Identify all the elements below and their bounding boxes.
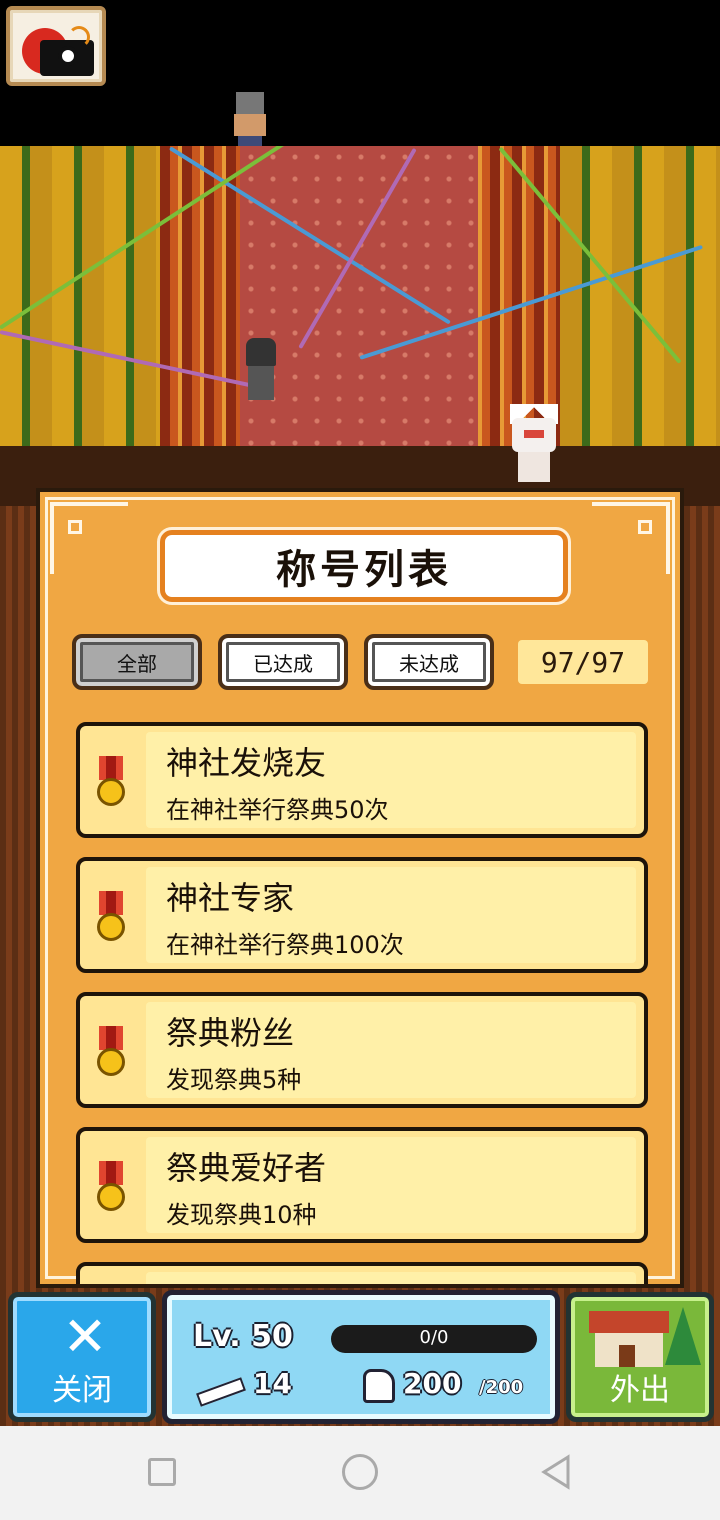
title-item-desc: 发现祭典5种 [166,1066,302,1094]
title-item[interactable]: 祭典爱好者 发现祭典10种 [76,1127,648,1243]
medal-icon [96,1026,126,1080]
exp-bar: 0/0 [331,1325,537,1353]
title-item[interactable]: 神社发烧友 在神社举行祭典50次 [76,722,648,838]
title-item[interactable]: 神社专家 在神社举行祭典100次 [76,857,648,973]
house-icon [589,1311,669,1367]
strength-value: 200 [403,1367,462,1400]
top-bar [0,0,720,170]
ornament-corner [592,502,670,574]
fox-count: 14 [253,1367,292,1400]
medal-icon [96,756,126,810]
panel-title-box: 称号列表 [160,530,568,602]
go-out-button[interactable]: 外出 [566,1292,714,1422]
title-item-name: 神社专家 [166,879,295,917]
title-count: 97/97 [518,640,648,684]
close-button[interactable]: ✕ 关闭 [8,1292,156,1422]
nav-recent-icon[interactable] [148,1458,176,1486]
title-item-desc: 在神社举行祭典100次 [166,931,404,959]
filter-unachieved-label: 未达成 [399,651,459,676]
title-item-name: 祭典博士 [166,1278,294,1284]
close-icon: ✕ [62,1305,108,1368]
ornament-corner [50,502,128,574]
panel-title: 称号列表 [276,547,452,593]
camera-button[interactable] [6,6,106,86]
go-out-label: 外出 [610,1373,670,1408]
filter-unachieved-button[interactable]: 未达成 [364,634,494,690]
exp-text: 0/0 [419,1327,449,1348]
player-level: Lv. 50 [193,1319,293,1354]
title-item-name: 祭典粉丝 [166,1014,295,1052]
medal-icon [96,891,126,945]
wall-left [0,146,160,486]
title-item-desc: 在神社举行祭典50次 [166,796,389,824]
fox-icon [196,1373,246,1407]
nav-back-icon[interactable] [540,1454,572,1490]
title-item[interactable]: 祭典粉丝 发现祭典5种 [76,992,648,1108]
fox-character [506,404,562,484]
title-item[interactable]: 祭典博士 [76,1262,648,1284]
filter-all-label: 全部 [117,651,157,676]
close-label: 关闭 [52,1373,112,1408]
title-item-name: 神社发烧友 [166,744,327,782]
title-item-name: 祭典爱好者 [166,1149,327,1187]
strength-icon [363,1369,395,1403]
title-item-desc: 发现祭典10种 [166,1201,317,1229]
filter-all-button[interactable]: 全部 [72,634,202,690]
tree-icon [665,1307,701,1365]
filter-achieved-button[interactable]: 已达成 [218,634,348,690]
filter-achieved-label: 已达成 [253,651,313,676]
nav-home-icon[interactable] [342,1454,378,1490]
filter-tabs: 全部 已达成 未达成 97/97 [72,634,652,690]
player-status-panel: Lv. 50 0/0 14 200 /200 [162,1290,560,1424]
npc-character-mid [244,338,278,402]
system-nav-bar [0,1426,720,1520]
curtain-left [160,146,240,446]
strength-max: /200 [479,1377,524,1398]
medal-icon [96,1161,126,1215]
title-list-panel: 称号列表 全部 已达成 未达成 97/97 神社发烧友 在神社举行祭典50次 神… [36,488,684,1288]
